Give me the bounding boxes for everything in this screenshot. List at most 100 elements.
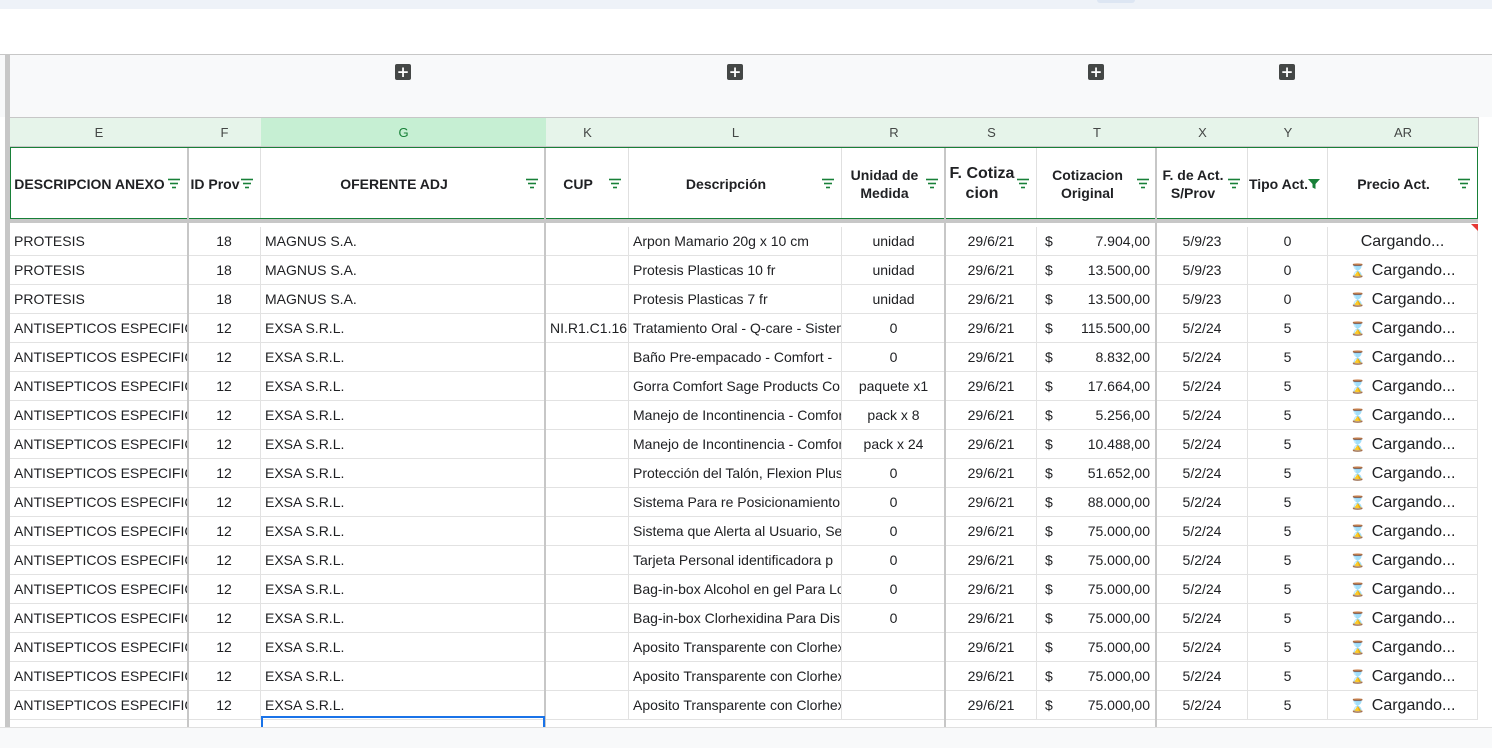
cell-ar[interactable]: ⌛ Cargando... [1328,517,1478,546]
cell-y[interactable]: 5 [1248,459,1328,488]
cell-k[interactable] [546,691,629,720]
cell-y[interactable]: 5 [1248,488,1328,517]
cell-x[interactable]: 5/9/23 [1157,256,1248,285]
cell-l[interactable]: Gorra Comfort Sage Products Co [629,372,842,401]
cell-l[interactable]: Manejo de Incontinencia - Comfort [629,401,842,430]
cell-k[interactable] [546,488,629,517]
cell-s[interactable]: 29/6/21 [946,343,1037,372]
cell-l[interactable]: Aposito Transparente con Clorhex [629,691,842,720]
cell-l[interactable]: Aposito Transparente con Clorhex [629,633,842,662]
cell-s[interactable]: 29/6/21 [946,256,1037,285]
cell-f[interactable]: 12 [188,633,261,662]
cell-x[interactable]: 5/2/24 [1157,517,1248,546]
cell-t[interactable]: $8.832,00 [1037,343,1157,372]
cell-r[interactable] [842,633,946,662]
cell-g[interactable]: EXSA S.R.L. [261,662,546,691]
cell-ar[interactable]: ⌛ Cargando... [1328,401,1478,430]
cell-t[interactable]: $75.000,00 [1037,517,1157,546]
cell-ar[interactable]: ⌛ Cargando... [1328,343,1478,372]
cell-r[interactable]: 0 [842,343,946,372]
cell-s[interactable]: 29/6/21 [946,517,1037,546]
filter-icon[interactable] [1016,178,1030,190]
cell-f[interactable]: 18 [188,256,261,285]
column-letter-e[interactable]: E [10,117,189,147]
cell-y[interactable]: 0 [1248,227,1328,256]
selected-cell[interactable] [261,716,545,727]
frozen-row-divider[interactable] [10,219,1478,223]
cell-s[interactable]: 29/6/21 [946,459,1037,488]
cell-ar[interactable]: Cargando... [1328,227,1478,256]
cell-g[interactable]: EXSA S.R.L. [261,401,546,430]
cell-l[interactable]: Arpon Mamario 20g x 10 cm [629,227,842,256]
cell-x[interactable]: 5/2/24 [1157,430,1248,459]
column-letter-s[interactable]: S [946,117,1038,147]
cell-e[interactable]: PROTESIS [10,256,188,285]
cell-f[interactable]: 12 [188,401,261,430]
filter-icon[interactable] [925,178,939,190]
header-cell[interactable]: F. Cotiza cion [946,148,1037,219]
cell-s[interactable]: 29/6/21 [946,633,1037,662]
cell-t[interactable]: $75.000,00 [1037,604,1157,633]
cell-e[interactable]: ANTISEPTICOS ESPECIFICOS [10,401,188,430]
filter-icon[interactable] [1136,178,1150,190]
cell-k[interactable] [546,604,629,633]
cell-s[interactable]: 29/6/21 [946,662,1037,691]
header-cell[interactable]: OFERENTE ADJ [261,148,546,219]
column-letter-g[interactable]: G [261,117,547,147]
cell-x[interactable]: 5/2/24 [1157,459,1248,488]
cell-f[interactable]: 12 [188,372,261,401]
cell-e[interactable]: PROTESIS [10,227,188,256]
cell-e[interactable]: ANTISEPTICOS ESPECIFICOS [10,691,188,720]
cell-ar[interactable]: ⌛ Cargando... [1328,256,1478,285]
column-letter-y[interactable]: Y [1248,117,1329,147]
cell-x[interactable]: 5/2/24 [1157,691,1248,720]
cell-e[interactable]: ANTISEPTICOS ESPECIFICOS [10,546,188,575]
cell-t[interactable]: $75.000,00 [1037,662,1157,691]
filter-icon[interactable] [240,178,254,190]
cell-x[interactable]: 5/2/24 [1157,575,1248,604]
filter-icon[interactable] [821,178,835,190]
cell-y[interactable]: 5 [1248,314,1328,343]
column-letter-l[interactable]: L [629,117,843,147]
cell-r[interactable]: unidad [842,256,946,285]
cell-y[interactable]: 5 [1248,430,1328,459]
cell-e[interactable]: ANTISEPTICOS ESPECIFICOS [10,314,188,343]
cell-f[interactable]: 12 [188,488,261,517]
cell-ar[interactable]: ⌛ Cargando... [1328,691,1478,720]
cell-s[interactable]: 29/6/21 [946,285,1037,314]
column-letter-f[interactable]: F [188,117,262,147]
cell-e[interactable]: ANTISEPTICOS ESPECIFICOS [10,488,188,517]
cell-y[interactable]: 0 [1248,256,1328,285]
cell-k[interactable] [546,343,629,372]
cell-r[interactable]: pack x 24 [842,430,946,459]
cell-r[interactable] [842,662,946,691]
cell-l[interactable]: Tratamiento Oral - Q-care - Sistema [629,314,842,343]
cell-t[interactable]: $51.652,00 [1037,459,1157,488]
cell-r[interactable]: 0 [842,604,946,633]
cell-y[interactable]: 5 [1248,517,1328,546]
expand-group-plus-icon[interactable]: + [395,64,411,80]
cell-t[interactable]: $88.000,00 [1037,488,1157,517]
cell-r[interactable]: 0 [842,314,946,343]
cell-g[interactable]: EXSA S.R.L. [261,546,546,575]
cell-k[interactable] [546,256,629,285]
cell-ar[interactable]: ⌛ Cargando... [1328,604,1478,633]
cell-y[interactable]: 5 [1248,575,1328,604]
cell-r[interactable]: 0 [842,459,946,488]
cell-l[interactable]: Protesis Plasticas 10 fr [629,256,842,285]
cell-y[interactable]: 5 [1248,546,1328,575]
cell-ar[interactable]: ⌛ Cargando... [1328,459,1478,488]
cell-t[interactable]: $75.000,00 [1037,633,1157,662]
cell-g[interactable]: EXSA S.R.L. [261,488,546,517]
cell-r[interactable]: paquete x1 [842,372,946,401]
header-cell[interactable]: Precio Act. [1328,148,1478,219]
cell-r[interactable]: pack x 8 [842,401,946,430]
cell-s[interactable]: 29/6/21 [946,604,1037,633]
cell-r[interactable] [842,691,946,720]
cell-y[interactable]: 5 [1248,372,1328,401]
cell-s[interactable]: 29/6/21 [946,546,1037,575]
cell-f[interactable]: 12 [188,343,261,372]
cell-t[interactable]: $75.000,00 [1037,691,1157,720]
cell-s[interactable]: 29/6/21 [946,691,1037,720]
cell-s[interactable]: 29/6/21 [946,314,1037,343]
